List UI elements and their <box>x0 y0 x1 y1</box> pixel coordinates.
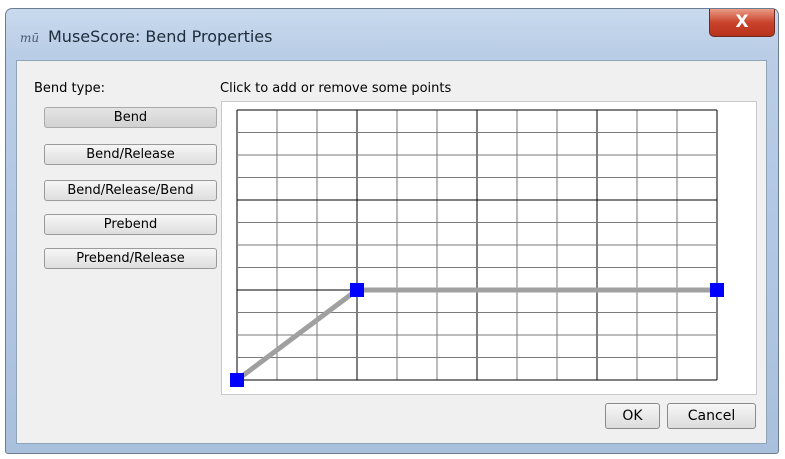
bend-point-handle[interactable] <box>230 373 244 387</box>
bend-graph-canvas[interactable] <box>221 101 757 395</box>
bend-point-handle[interactable] <box>350 283 364 297</box>
bend-type-bend-release-button[interactable]: Bend/Release <box>44 144 217 165</box>
window-title: MuseScore: Bend Properties <box>48 27 273 46</box>
bend-type-label: Bend type: <box>34 81 105 96</box>
canvas-hint-label: Click to add or remove some points <box>220 81 452 96</box>
close-icon: X <box>735 12 749 32</box>
bend-point-handle[interactable] <box>710 283 724 297</box>
dialog-window: mū MuseScore: Bend Properties X Bend typ… <box>5 8 779 454</box>
bend-type-bend-release-bend-button[interactable]: Bend/Release/Bend <box>44 180 217 201</box>
bend-graph-svg[interactable] <box>222 102 756 394</box>
bend-type-prebend-release-button[interactable]: Prebend/Release <box>44 248 217 269</box>
title-bar[interactable]: mū MuseScore: Bend Properties X <box>6 9 778 57</box>
dialog-body: Bend type: Click to add or remove some p… <box>16 60 767 444</box>
close-button[interactable]: X <box>709 9 775 37</box>
musescore-app-icon: mū <box>20 31 40 45</box>
cancel-button[interactable]: Cancel <box>667 403 756 429</box>
ok-button[interactable]: OK <box>605 403 660 429</box>
bend-type-bend-button[interactable]: Bend <box>44 107 217 128</box>
bend-type-prebend-button[interactable]: Prebend <box>44 214 217 235</box>
